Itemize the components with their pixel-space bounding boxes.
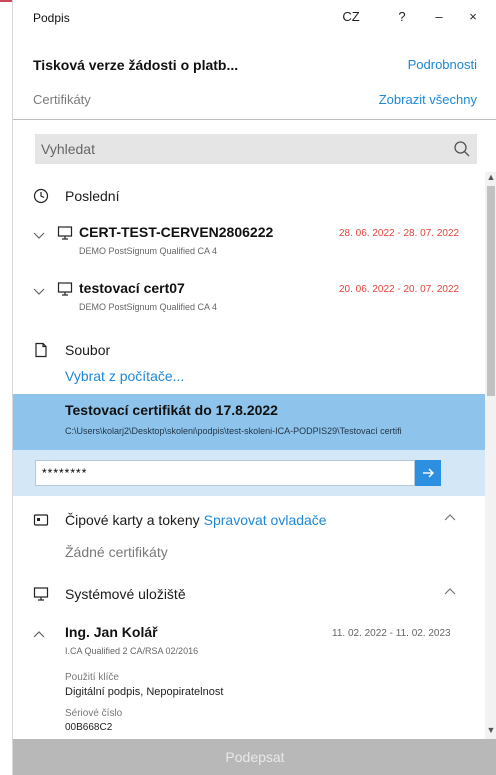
help-button[interactable]: ?: [395, 6, 409, 28]
clock-icon: [33, 188, 49, 204]
key-usage-value: Digitální podpis, Nepopiratelnost: [65, 686, 224, 698]
search-icon[interactable]: [453, 140, 471, 158]
selected-file-certificate[interactable]: Testovací certifikát do 17.8.2022 C:\Use…: [13, 394, 485, 450]
monitor-icon: [57, 226, 73, 240]
cert-validity: 20. 06. 2022 - 20. 07. 2022: [339, 284, 460, 295]
header-divider: [13, 119, 496, 120]
cards-label: Čipové karty a tokeny Spravovat ovladače: [65, 512, 327, 528]
recent-cert-item[interactable]: CERT-TEST-CERVEN2806222 DEMO PostSignum …: [33, 224, 473, 264]
cert-issuer: DEMO PostSignum Qualified CA 4: [79, 246, 218, 256]
details-link[interactable]: Podrobnosti: [408, 57, 477, 72]
language-button[interactable]: CZ: [339, 6, 363, 28]
recent-cert-item[interactable]: testovací cert07 DEMO PostSignum Qualifi…: [33, 280, 473, 320]
chevron-up-icon[interactable]: [33, 629, 45, 641]
certificates-label: Certifikáty: [33, 92, 91, 107]
file-label: Soubor: [65, 342, 111, 358]
scrollbar-thumb[interactable]: [487, 186, 495, 396]
monitor-icon: [57, 282, 73, 296]
cert-name: CERT-TEST-CERVEN2806222: [79, 224, 274, 240]
key-usage-label: Použití klíče: [65, 672, 119, 683]
chevron-down-icon[interactable]: [33, 229, 45, 241]
sign-button[interactable]: Podepsat: [13, 739, 496, 775]
scroll-down-icon[interactable]: ▼: [486, 725, 496, 737]
chevron-down-icon[interactable]: [33, 285, 45, 297]
no-certificates-note: Žádné certifikáty: [65, 544, 168, 560]
serial-number-label: Sériové číslo: [65, 708, 123, 719]
chevron-up-icon[interactable]: [443, 584, 457, 598]
cards-title: Čipové karty a tokeny: [65, 512, 200, 528]
cards-section-header: Čipové karty a tokeny Spravovat ovladače: [33, 510, 473, 530]
selected-cert-title: Testovací certifikát do 17.8.2022: [65, 402, 278, 418]
password-area: [13, 450, 485, 496]
chevron-up-icon[interactable]: [443, 510, 457, 524]
serial-number-value: 00B668C2: [65, 722, 113, 733]
system-cert-item[interactable]: Ing. Jan Kolář I.CA Qualified 2 CA/RSA 0…: [33, 624, 473, 734]
selected-cert-path: C:\Users\kolarj2\Desktop\skoleni\podpis\…: [65, 426, 402, 436]
file-section-header: Soubor: [33, 340, 473, 360]
system-label: Systémové uložiště: [65, 586, 186, 602]
footer: Podepsat: [13, 739, 496, 775]
smart-card-icon: [33, 514, 49, 526]
cert-name: testovací cert07: [79, 280, 185, 296]
document-title: Tisková verze žádosti o platb...: [33, 57, 239, 73]
certificates-header: Certifikáty Zobrazit všechny: [33, 88, 477, 114]
show-all-link[interactable]: Zobrazit všechny: [379, 92, 477, 107]
title-bar: Podpis CZ ? – ×: [13, 2, 496, 42]
arrow-right-icon: [423, 468, 434, 478]
search-input[interactable]: [41, 140, 441, 158]
file-icon: [35, 342, 47, 358]
recent-label: Poslední: [65, 188, 120, 204]
certificate-list: Poslední CERT-TEST-CERVEN2806222 DEMO Po…: [13, 172, 485, 739]
confirm-password-button[interactable]: [415, 460, 441, 486]
cert-validity: 28. 06. 2022 - 28. 07. 2022: [339, 228, 460, 239]
cert-name: Ing. Jan Kolář: [65, 624, 158, 640]
cert-validity: 11. 02. 2022 - 11. 02. 2023: [332, 628, 451, 639]
list-scrollbar[interactable]: ▲ ▼: [485, 172, 496, 739]
system-section-header: Systémové uložiště: [33, 584, 473, 604]
password-input[interactable]: [42, 465, 402, 481]
recent-section-header: Poslední: [33, 186, 473, 206]
cert-issuer: I.CA Qualified 2 CA/RSA 02/2016: [65, 646, 199, 656]
manage-drivers-link[interactable]: Spravovat ovladače: [204, 512, 327, 528]
choose-from-computer-link[interactable]: Vybrat z počítače...: [65, 368, 184, 384]
close-button[interactable]: ×: [465, 6, 481, 28]
scroll-up-icon[interactable]: ▲: [486, 172, 496, 184]
app-title: Podpis: [33, 11, 70, 25]
password-box: [35, 460, 415, 486]
document-row: Tisková verze žádosti o platb... Podrobn…: [33, 54, 477, 78]
monitor-icon: [33, 587, 49, 601]
minimize-button[interactable]: –: [431, 6, 447, 28]
cert-issuer: DEMO PostSignum Qualified CA 4: [79, 302, 218, 312]
signing-dialog: Podpis CZ ? – × Tisková verze žádosti o …: [12, 0, 496, 775]
search-box: [35, 134, 477, 164]
